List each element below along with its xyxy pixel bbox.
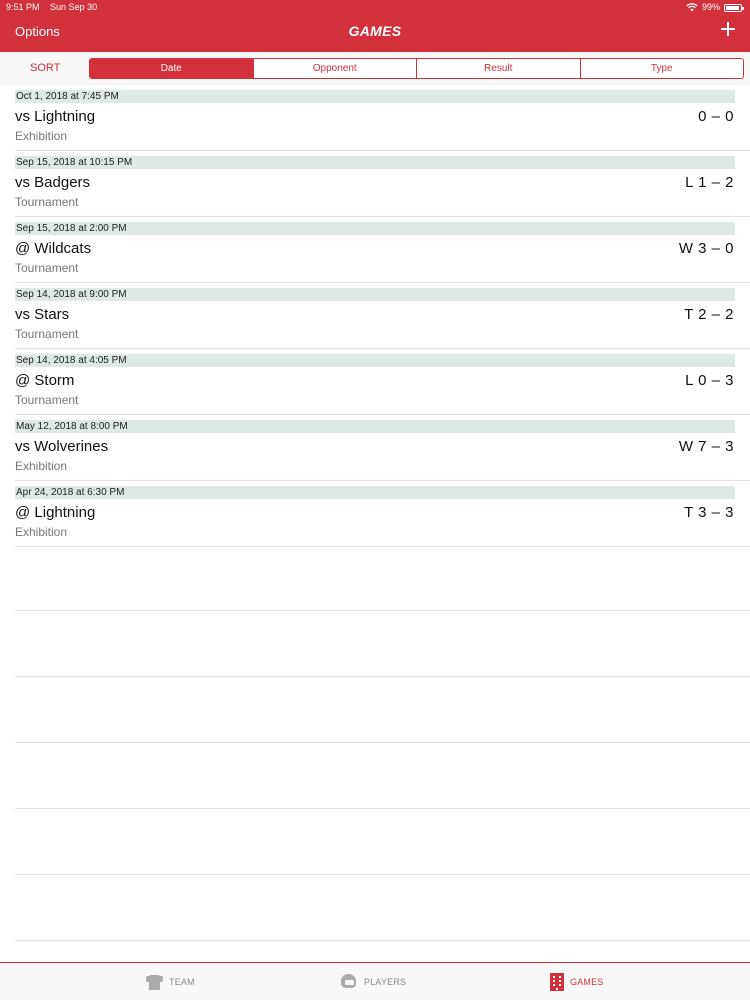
tab-players[interactable]: PLAYERS — [340, 971, 406, 993]
status-time: 9:51 PM — [6, 2, 40, 12]
status-left: 9:51 PM Sun Sep 30 — [6, 0, 105, 15]
scoreboard-icon — [550, 973, 564, 991]
game-date-header: Sep 14, 2018 at 9:00 PM — [15, 288, 735, 301]
sort-segmented-control: Date Opponent Result Type — [89, 58, 744, 79]
game-date: May 12, 2018 at 8:00 PM — [16, 421, 128, 432]
game-row[interactable]: May 12, 2018 at 8:00 PM vs Wolverines Ex… — [0, 415, 750, 481]
game-result: T 2 – 2 — [684, 306, 734, 323]
page-title: GAMES — [348, 23, 402, 39]
empty-row-divider — [15, 808, 750, 809]
game-row[interactable]: Sep 15, 2018 at 2:00 PM @ Wildcats Tourn… — [0, 217, 750, 283]
game-row[interactable]: Oct 1, 2018 at 7:45 PM vs Lightning Exhi… — [0, 85, 750, 151]
empty-row-divider — [15, 874, 750, 875]
game-date: Sep 14, 2018 at 4:05 PM — [16, 355, 127, 366]
game-row[interactable]: Sep 14, 2018 at 9:00 PM vs Stars Tournam… — [0, 283, 750, 349]
empty-row-divider — [15, 676, 750, 677]
game-opponent: vs Wolverines — [15, 438, 109, 455]
game-date-header: Apr 24, 2018 at 6:30 PM — [15, 486, 735, 499]
jersey-icon — [146, 973, 163, 991]
tab-games-label: GAMES — [570, 977, 604, 987]
game-opponent: vs Badgers — [15, 174, 91, 191]
helmet-icon — [340, 973, 358, 991]
game-date: Sep 15, 2018 at 2:00 PM — [16, 223, 127, 234]
game-date: Apr 24, 2018 at 6:30 PM — [16, 487, 125, 498]
game-type: Exhibition — [15, 459, 68, 473]
game-result: W 3 – 0 — [678, 240, 734, 257]
game-type: Tournament — [15, 393, 79, 407]
game-date-header: Sep 14, 2018 at 4:05 PM — [15, 354, 735, 367]
empty-row-divider — [15, 610, 750, 611]
game-date-header: Sep 15, 2018 at 2:00 PM — [15, 222, 735, 235]
empty-row-divider — [15, 940, 750, 941]
game-row[interactable]: Sep 15, 2018 at 10:15 PM vs Badgers Tour… — [0, 151, 750, 217]
battery-icon — [724, 3, 744, 12]
sort-bar: SORT Date Opponent Result Type — [0, 52, 750, 85]
wifi-icon — [686, 3, 698, 12]
sort-segment-type[interactable]: Type — [579, 59, 744, 78]
game-type: Exhibition — [15, 129, 68, 143]
game-opponent: vs Lightning — [15, 108, 96, 125]
game-opponent: @ Storm — [15, 372, 75, 389]
game-opponent: @ Wildcats — [15, 240, 92, 257]
game-result: W 7 – 3 — [678, 438, 734, 455]
tab-games[interactable]: GAMES — [550, 971, 604, 993]
game-result: 0 – 0 — [698, 108, 734, 125]
sort-segment-result[interactable]: Result — [416, 59, 580, 78]
game-result: L 0 – 3 — [685, 372, 734, 389]
status-date: Sun Sep 30 — [50, 2, 98, 12]
game-date-header: Oct 1, 2018 at 7:45 PM — [15, 90, 735, 103]
game-opponent: vs Stars — [15, 306, 70, 323]
game-row[interactable]: Apr 24, 2018 at 6:30 PM @ Lightning Exhi… — [0, 481, 750, 547]
game-result: T 3 – 3 — [684, 504, 734, 521]
battery-percent: 99% — [701, 2, 720, 12]
sort-segment-date[interactable]: Date — [90, 59, 253, 78]
status-right: 99% — [686, 0, 744, 15]
tab-team[interactable]: TEAM — [146, 971, 195, 993]
status-bar: 9:51 PM Sun Sep 30 99% — [0, 0, 750, 15]
screen: 9:51 PM Sun Sep 30 99% Options GAMES SOR… — [0, 0, 750, 1000]
game-date-header: Sep 15, 2018 at 10:15 PM — [15, 156, 735, 169]
tab-players-label: PLAYERS — [364, 977, 407, 987]
game-date: Oct 1, 2018 at 7:45 PM — [16, 91, 119, 102]
tab-team-label: TEAM — [169, 977, 195, 987]
games-list: Oct 1, 2018 at 7:45 PM vs Lightning Exhi… — [0, 85, 750, 547]
tab-bar: TEAM PLAYERS GAMES — [0, 962, 750, 1000]
game-date-header: May 12, 2018 at 8:00 PM — [15, 420, 735, 433]
game-row[interactable]: Sep 14, 2018 at 4:05 PM @ Storm Tourname… — [0, 349, 750, 415]
add-game-button[interactable] — [721, 22, 735, 36]
sort-segment-opponent[interactable]: Opponent — [252, 59, 417, 78]
game-date: Sep 15, 2018 at 10:15 PM — [16, 157, 133, 168]
game-type: Tournament — [15, 261, 79, 275]
game-type: Tournament — [15, 195, 79, 209]
row-divider — [15, 546, 750, 547]
game-result: L 1 – 2 — [685, 174, 734, 191]
game-type: Exhibition — [15, 525, 68, 539]
sort-label: SORT — [30, 62, 61, 74]
game-opponent: @ Lightning — [15, 504, 96, 521]
game-type: Tournament — [15, 327, 79, 341]
empty-row-divider — [15, 742, 750, 743]
nav-header: 9:51 PM Sun Sep 30 99% Options GAMES — [0, 0, 750, 52]
game-date: Sep 14, 2018 at 9:00 PM — [16, 289, 127, 300]
